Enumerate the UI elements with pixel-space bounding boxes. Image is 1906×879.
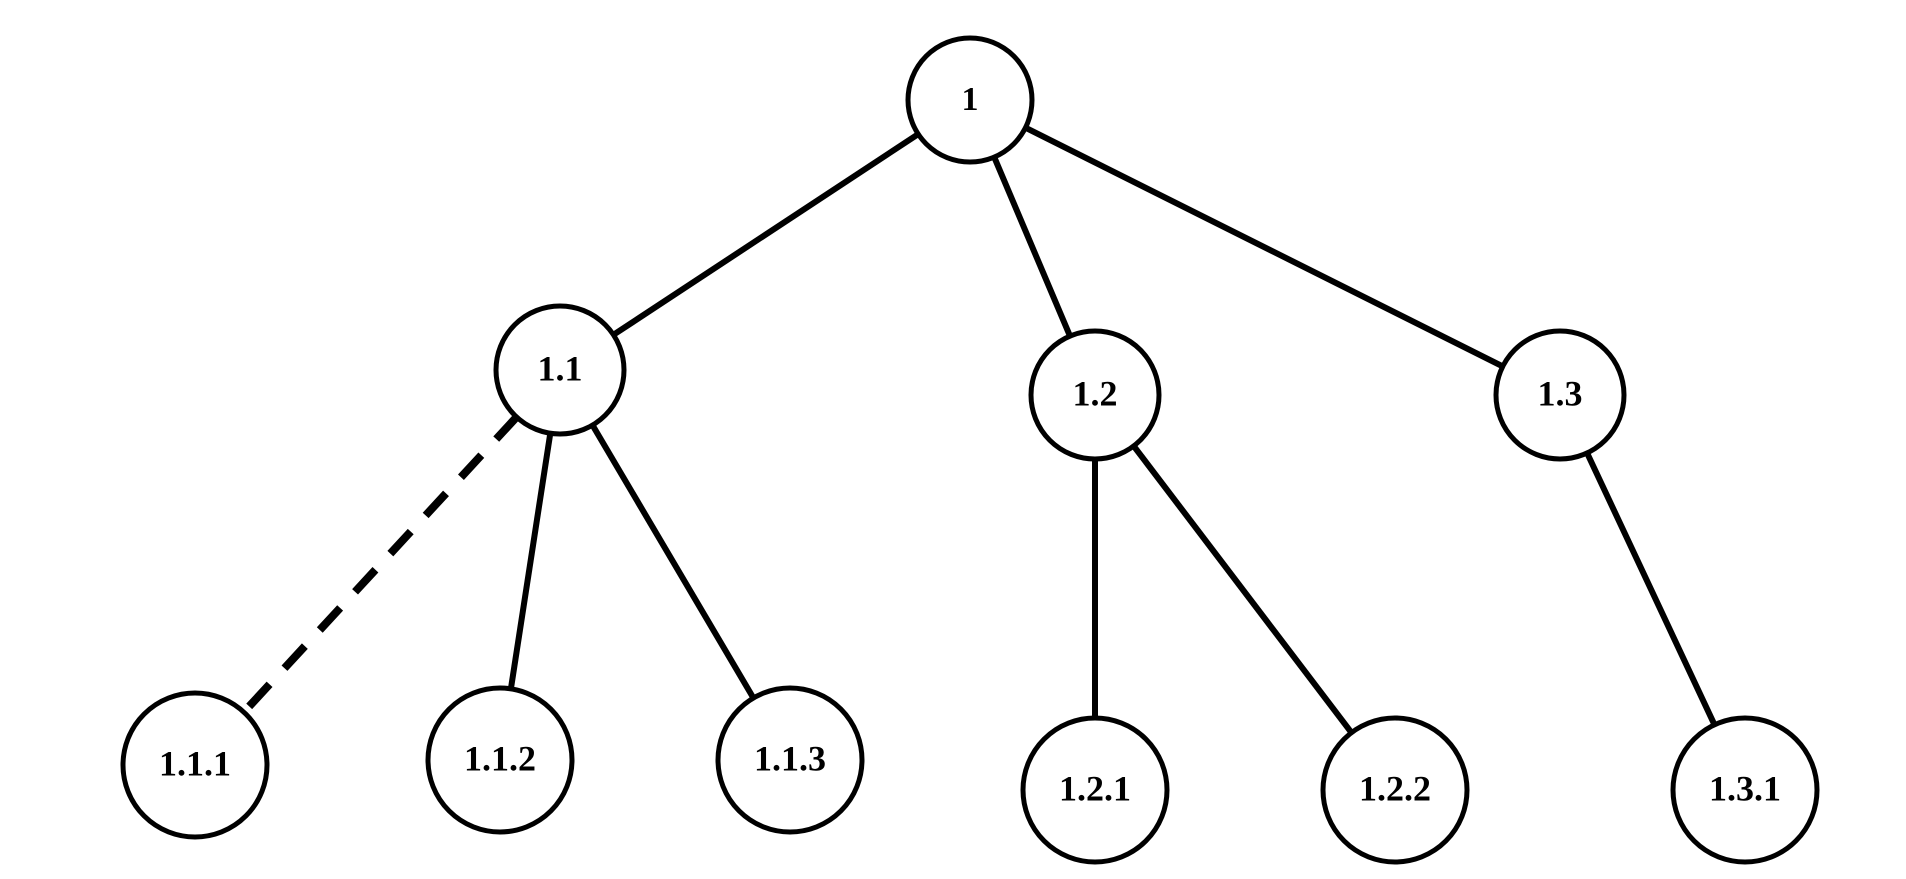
edge-root-n12 xyxy=(994,157,1070,336)
node-label: 1.1 xyxy=(538,348,583,388)
edge-n12-n122 xyxy=(1134,446,1352,733)
node-label: 1.3.1 xyxy=(1709,768,1781,808)
nodes-layer: 1 1.1 1.2 1.3 1.1.1 1.1.2 1.1.3 1.2.1 1.2.2 1.3.1 xyxy=(123,38,1817,862)
node-label: 1 xyxy=(962,81,979,118)
node-1-3-1: 1.3.1 xyxy=(1673,718,1817,862)
node-1-2-2: 1.2.2 xyxy=(1323,718,1467,862)
node-1: 1 xyxy=(908,38,1032,162)
node-1-1-1: 1.1.1 xyxy=(123,693,267,837)
node-1-1: 1.1 xyxy=(496,306,624,434)
edge-root-n11 xyxy=(614,134,919,335)
node-label: 1.3 xyxy=(1538,373,1583,413)
node-label: 1.1.1 xyxy=(159,743,231,783)
node-1-1-3: 1.1.3 xyxy=(718,688,862,832)
node-1-3: 1.3 xyxy=(1496,331,1624,459)
edge-n11-n111 xyxy=(244,417,517,712)
node-label: 1.1.2 xyxy=(464,738,536,778)
node-1-2-1: 1.2.1 xyxy=(1023,718,1167,862)
edge-n11-n113 xyxy=(593,425,754,698)
edge-n11-n112 xyxy=(511,433,550,689)
node-label: 1.1.3 xyxy=(754,738,826,778)
node-1-2: 1.2 xyxy=(1031,331,1159,459)
tree-diagram: 1 1.1 1.2 1.3 1.1.1 1.1.2 1.1.3 1.2.1 1.2.2 1.3.1 xyxy=(0,0,1906,879)
edges-layer xyxy=(244,128,1715,733)
node-1-1-2: 1.1.2 xyxy=(428,688,572,832)
node-label: 1.2.1 xyxy=(1059,768,1131,808)
edge-n13-n131 xyxy=(1587,453,1714,725)
node-label: 1.2.2 xyxy=(1359,768,1431,808)
node-label: 1.2 xyxy=(1073,373,1118,413)
